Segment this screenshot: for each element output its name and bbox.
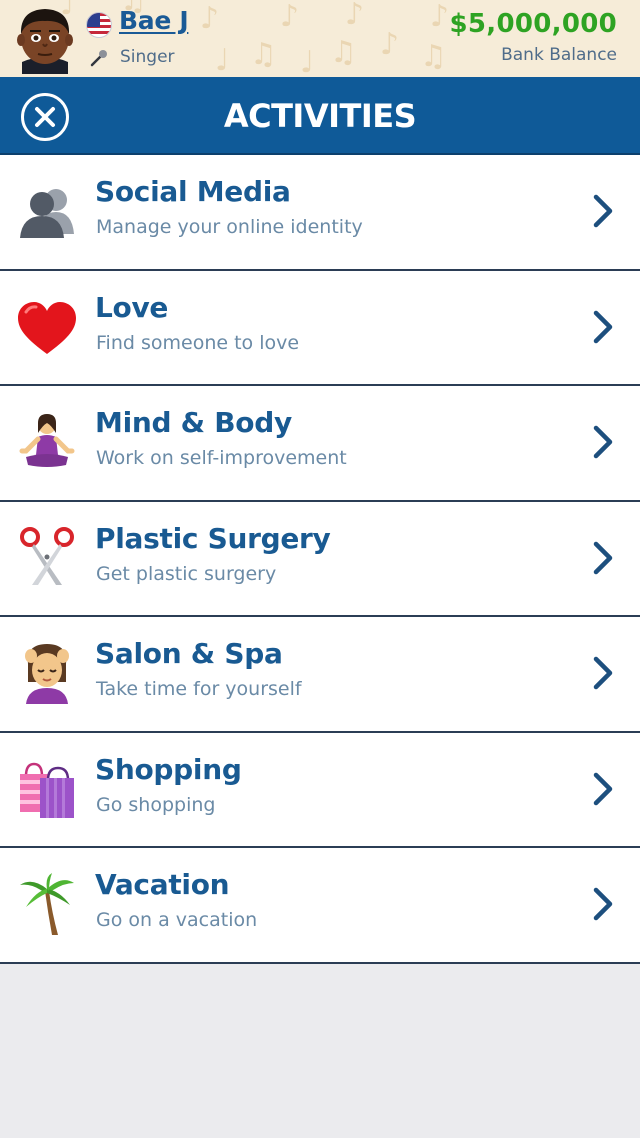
activity-row-salon-spa[interactable]: Salon & Spa Take time for yourself: [0, 617, 640, 733]
chevron-right-icon: [592, 540, 614, 576]
avatar[interactable]: [14, 4, 76, 74]
activity-row-shopping[interactable]: Shopping Go shopping: [0, 732, 640, 848]
activity-title: Mind & Body: [95, 406, 292, 439]
player-status-bar: ♪ ♫ ♪ ♫ ♪ ♪ ♫ ♪ ♫ ♩ ♩ ♩ Bae J Singer $5,…: [0, 0, 640, 77]
bank-balance-label: Bank Balance: [501, 45, 617, 65]
activity-row-social-media[interactable]: Social Media Manage your online identity: [0, 155, 640, 271]
heart-icon: [18, 296, 76, 358]
chevron-right-icon: [592, 424, 614, 460]
chevron-right-icon: [592, 771, 614, 807]
activity-subtitle: Go shopping: [96, 793, 216, 816]
activity-subtitle: Manage your online identity: [96, 216, 363, 238]
us-flag-icon: [86, 12, 112, 38]
player-occupation: Singer: [120, 47, 175, 67]
activity-title: Salon & Spa: [95, 637, 283, 670]
chevron-right-icon: [592, 309, 614, 345]
activity-title: Love: [95, 290, 169, 324]
activity-title: Shopping: [95, 752, 242, 786]
silhouettes-icon: [18, 180, 76, 242]
activity-subtitle: Get plastic surgery: [96, 562, 277, 585]
activity-title: Social Media: [95, 175, 291, 208]
chevron-right-icon: [592, 655, 614, 691]
activity-subtitle: Take time for yourself: [96, 678, 302, 700]
activity-row-plastic-surgery[interactable]: Plastic Surgery Get plastic surgery: [0, 501, 640, 617]
palm-tree-icon: [18, 873, 76, 935]
activity-row-love[interactable]: Love Find someone to love: [0, 270, 640, 386]
page-title: ACTIVITIES: [223, 97, 417, 135]
activity-row-mind-body[interactable]: Mind & Body Work on self-improvement: [0, 386, 640, 502]
player-name[interactable]: Bae J: [119, 6, 189, 35]
activities-header: ACTIVITIES: [0, 77, 640, 155]
microphone-icon: [89, 48, 109, 68]
activity-title: Vacation: [95, 868, 230, 901]
chevron-right-icon: [592, 193, 614, 229]
activity-subtitle: Find someone to love: [96, 331, 300, 354]
head-massage-icon: [18, 642, 76, 704]
activities-list: Social Media Manage your online identity…: [0, 155, 640, 964]
activity-subtitle: Go on a vacation: [96, 909, 258, 931]
bank-balance-value: $5,000,000: [449, 9, 617, 39]
activity-title: Plastic Surgery: [95, 521, 331, 555]
meditation-icon: [18, 411, 76, 473]
chevron-right-icon: [592, 886, 614, 922]
shopping-bags-icon: [18, 758, 76, 820]
activity-subtitle: Work on self-improvement: [96, 447, 347, 469]
scissors-icon: [18, 526, 76, 589]
activity-row-vacation[interactable]: Vacation Go on a vacation: [0, 848, 640, 964]
